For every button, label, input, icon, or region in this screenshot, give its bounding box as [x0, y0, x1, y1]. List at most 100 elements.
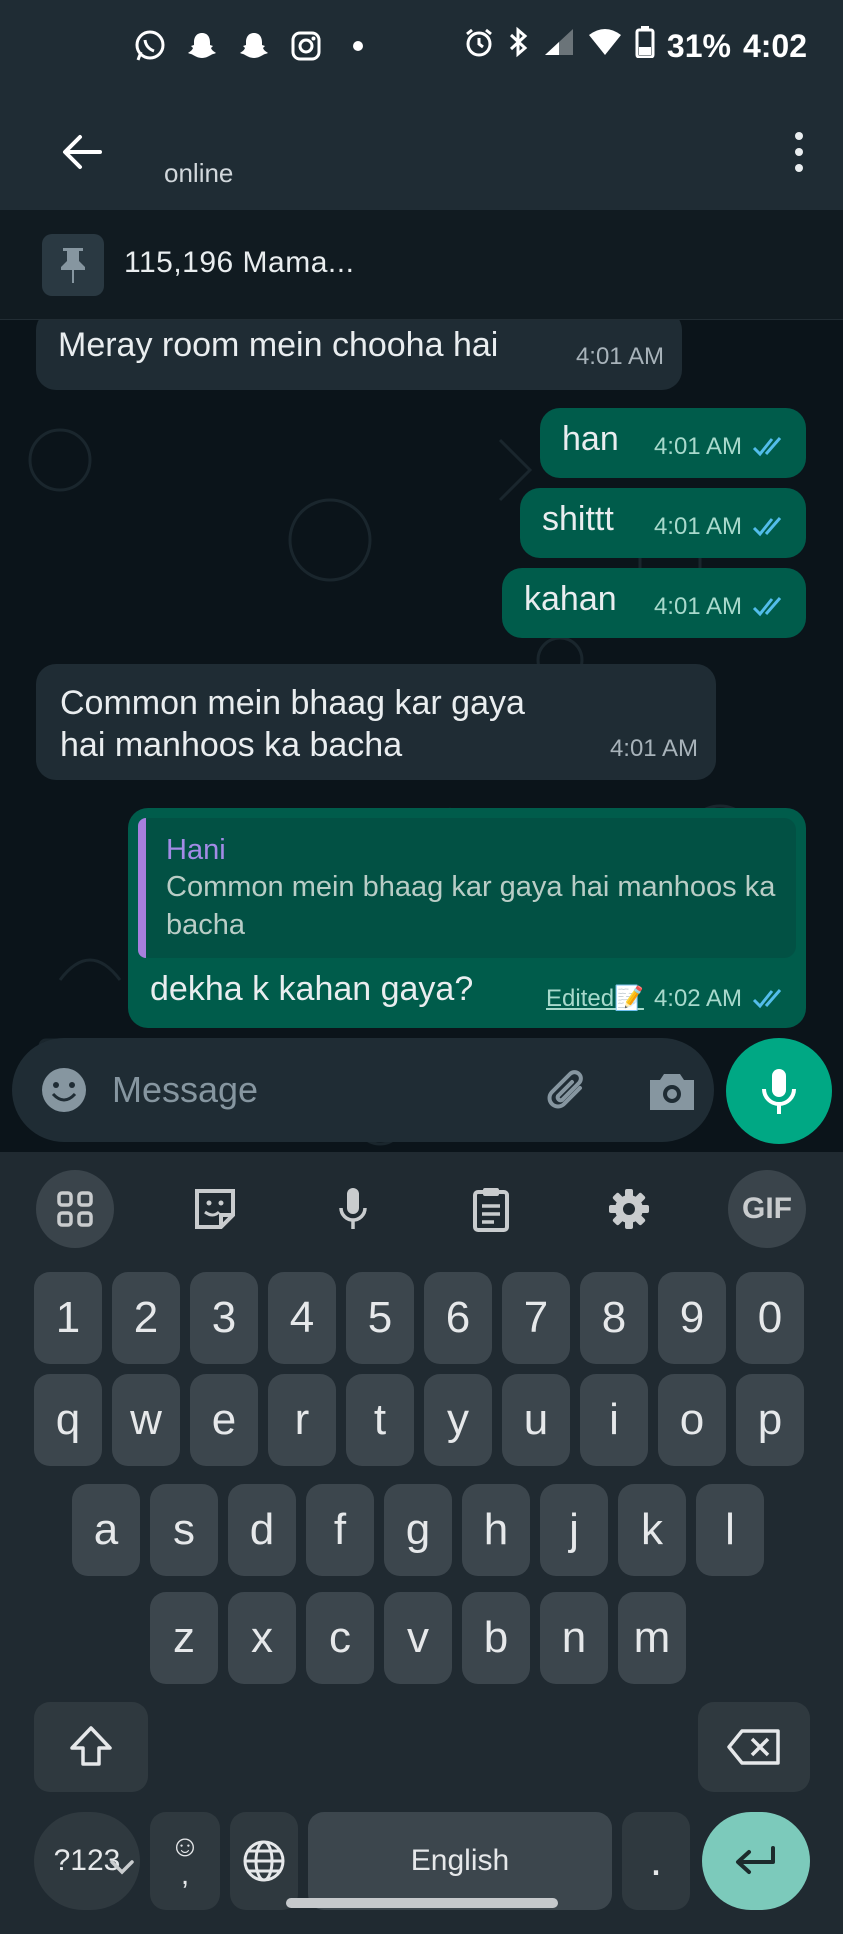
key-f[interactable]: f	[306, 1484, 374, 1576]
key-t[interactable]: t	[346, 1374, 414, 1466]
key-n[interactable]: n	[540, 1592, 608, 1684]
key-o[interactable]: o	[658, 1374, 726, 1466]
whatsapp-icon	[132, 28, 168, 64]
key-y[interactable]: y	[424, 1374, 492, 1466]
key-m[interactable]: m	[618, 1592, 686, 1684]
key-2[interactable]: 2	[112, 1272, 180, 1364]
system-status: 31% 4:02	[463, 26, 807, 66]
key-r[interactable]: r	[268, 1374, 336, 1466]
attach-icon[interactable]	[540, 1064, 596, 1120]
key-9[interactable]: 9	[658, 1272, 726, 1364]
key-q[interactable]: q	[34, 1374, 102, 1466]
key-3[interactable]: 3	[190, 1272, 258, 1364]
apps-grid-button[interactable]	[36, 1170, 114, 1248]
key-u[interactable]: u	[502, 1374, 570, 1466]
message-text: han	[562, 420, 619, 458]
key-0[interactable]: 0	[736, 1272, 804, 1364]
period-key[interactable]: .	[622, 1812, 690, 1910]
enter-icon	[736, 1846, 775, 1874]
message-time: 4:02 AM	[653, 985, 742, 1012]
message-text: Common mein bhaag kar gaya hai manhoos k…	[60, 684, 525, 764]
key-g[interactable]: g	[384, 1484, 452, 1576]
key-e[interactable]: e	[190, 1374, 258, 1466]
quoted-message[interactable]: Hani Common mein bhaag kar gaya hai manh…	[138, 818, 796, 958]
key-1[interactable]: 1	[34, 1272, 102, 1364]
message-time: 4:01 AM	[609, 735, 698, 762]
message-bubble-outgoing-reply[interactable]: Hani Common mein bhaag kar gaya hai manh…	[128, 808, 806, 1028]
key-7[interactable]: 7	[502, 1272, 570, 1364]
voice-input-button[interactable]	[314, 1170, 392, 1248]
key-d[interactable]: d	[228, 1484, 296, 1576]
key-b[interactable]: b	[462, 1592, 530, 1684]
key-6[interactable]: 6	[424, 1272, 492, 1364]
key-j[interactable]: j	[540, 1484, 608, 1576]
message-bubble-outgoing[interactable]: kahan 4:01 AM	[502, 568, 806, 638]
voice-icon	[339, 1188, 367, 1229]
key-x[interactable]: x	[228, 1592, 296, 1684]
arrow-back-icon	[63, 135, 102, 169]
pinned-message-bar[interactable]: 115,196 Mama...	[0, 210, 843, 320]
voice-message-button[interactable]	[726, 1038, 832, 1144]
sticker-icon	[195, 1189, 235, 1229]
message-meta: 4:01 AM	[576, 336, 664, 378]
message-meta: 4:01 AM	[654, 586, 788, 628]
enter-key[interactable]	[702, 1812, 810, 1910]
message-bubble-outgoing[interactable]: shittt 4:01 AM	[520, 488, 806, 558]
space-key[interactable]: English	[308, 1812, 612, 1910]
message-time: 4:01 AM	[575, 343, 664, 370]
shift-key[interactable]	[34, 1702, 148, 1792]
key-p[interactable]: p	[736, 1374, 804, 1466]
keyboard-settings-button[interactable]	[590, 1170, 668, 1248]
emoji-icon[interactable]	[38, 1064, 90, 1116]
key-4[interactable]: 4	[268, 1272, 336, 1364]
clipboard-button[interactable]	[452, 1170, 530, 1248]
message-text: kahan	[524, 580, 617, 618]
message-text: shittt	[542, 500, 614, 538]
key-i[interactable]: i	[580, 1374, 648, 1466]
sticker-button[interactable]	[176, 1170, 254, 1248]
gif-button[interactable]: GIF	[728, 1170, 806, 1248]
key-a[interactable]: a	[72, 1484, 140, 1576]
key-h[interactable]: h	[462, 1484, 530, 1576]
emoji-comma-key[interactable]: ☺ ,	[150, 1812, 220, 1910]
key-5[interactable]: 5	[346, 1272, 414, 1364]
menu-dot-icon	[795, 132, 803, 140]
message-input[interactable]	[112, 1060, 512, 1120]
key-v[interactable]: v	[384, 1592, 452, 1684]
menu-dot-icon	[795, 164, 803, 172]
message-meta: 4:01 AM	[654, 506, 788, 548]
contact-status[interactable]: online	[164, 158, 233, 189]
alarm-icon	[463, 26, 495, 66]
message-bubble-incoming[interactable]: Meray room mein chooha hai 4:01 AM	[36, 320, 682, 390]
key-k[interactable]: k	[618, 1484, 686, 1576]
message-bubble-incoming[interactable]: Common mein bhaag kar gaya hai manhoos k…	[36, 664, 716, 780]
key-c[interactable]: c	[306, 1592, 374, 1684]
home-indicator[interactable]	[286, 1898, 558, 1908]
back-button[interactable]	[52, 122, 112, 182]
clock: 4:02	[742, 27, 807, 64]
snapchat-icon	[184, 28, 220, 64]
more-options-button[interactable]	[779, 122, 819, 182]
backspace-key[interactable]	[698, 1702, 810, 1792]
key-s[interactable]: s	[150, 1484, 218, 1576]
message-bubble-outgoing[interactable]: han 4:01 AM	[540, 408, 806, 478]
pinned-message-text: 115,196 Mama...	[124, 246, 355, 279]
mic-icon	[762, 1069, 796, 1114]
settings-icon	[609, 1189, 649, 1229]
read-ticks-icon	[752, 597, 782, 617]
pin-icon	[42, 234, 104, 296]
battery-percent: 31%	[666, 27, 731, 64]
comma-label: ,	[180, 1858, 190, 1891]
backspace-icon	[727, 1729, 780, 1765]
camera-icon[interactable]	[644, 1064, 700, 1120]
chevron-down-icon[interactable]	[104, 1852, 140, 1882]
key-8[interactable]: 8	[580, 1272, 648, 1364]
key-w[interactable]: w	[112, 1374, 180, 1466]
key-l[interactable]: l	[696, 1484, 764, 1576]
language-key[interactable]	[230, 1812, 298, 1910]
key-z[interactable]: z	[150, 1592, 218, 1684]
message-meta: Edited📝 4:02 AM	[546, 978, 788, 1020]
bluetooth-icon	[507, 26, 531, 66]
read-ticks-icon	[752, 437, 782, 457]
message-list[interactable]: Meray room mein chooha hai 4:01 AM han 4…	[0, 320, 843, 1152]
